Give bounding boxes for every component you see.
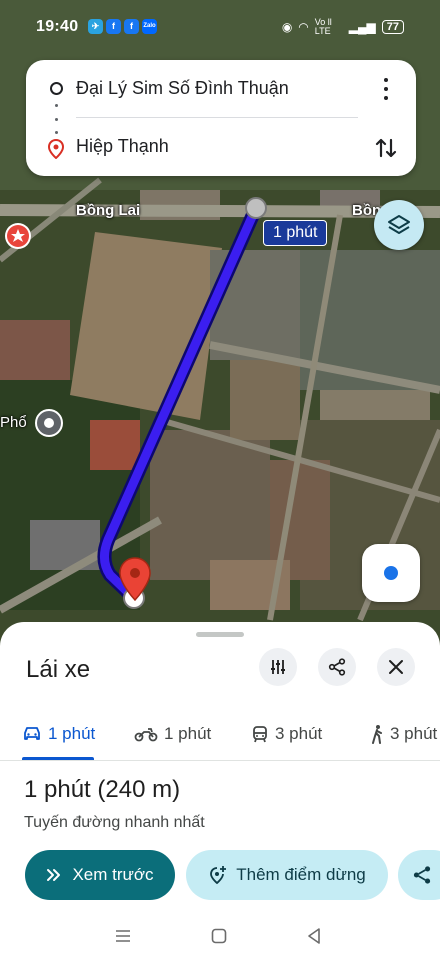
travel-mode-tabs: 1 phút 1 phút 3 phút 3 phút <box>0 708 440 760</box>
tab-walking-label: 3 phút <box>390 724 438 743</box>
double-chevron-icon <box>47 869 61 881</box>
share-icon <box>328 658 346 676</box>
preview-button[interactable]: Xem trước <box>25 850 175 900</box>
route-subtitle: Tuyến đường nhanh nhất <box>24 814 205 831</box>
add-location-icon <box>210 866 227 885</box>
menu-nav-icon[interactable] <box>113 926 133 946</box>
destination-marker-icon <box>48 139 64 159</box>
facebook-icon: f <box>106 19 121 34</box>
battery-indicator: 77 <box>381 20 404 34</box>
location-dot-icon <box>384 566 398 580</box>
drag-handle[interactable] <box>196 632 244 637</box>
motorbike-icon <box>134 728 158 742</box>
route-eta-chip[interactable]: 1 phút <box>263 220 328 246</box>
layers-icon <box>388 215 410 234</box>
my-location-button[interactable] <box>362 544 420 602</box>
tab-motorbike-label: 1 phút <box>164 724 212 743</box>
tab-driving-label: 1 phút <box>48 724 96 743</box>
location-status-icon: ◉ <box>281 20 293 34</box>
place-label: Phổ <box>0 414 27 431</box>
network-label: Vo ll LTE <box>314 17 332 36</box>
signal-icon: ▂▄▆ <box>348 20 376 34</box>
tab-walking[interactable]: 3 phút <box>370 708 437 760</box>
destination-pin-icon[interactable] <box>118 556 152 602</box>
zalo-icon: Zalo <box>142 19 157 34</box>
more-options-button[interactable] <box>378 78 394 100</box>
action-row: Xem trước Thêm điểm dừng <box>0 850 440 900</box>
walk-icon <box>372 725 382 744</box>
preview-button-label: Xem trước <box>72 865 154 884</box>
close-icon <box>389 660 403 674</box>
notification-icons: ✈ f f Zalo <box>88 19 157 34</box>
back-nav-icon[interactable] <box>304 926 324 946</box>
add-stop-button[interactable]: Thêm điểm dừng <box>186 850 388 900</box>
facebook-icon: f <box>124 19 139 34</box>
wifi-icon: ◠ <box>298 20 309 34</box>
route-card: Đại Lý Sim Số Đình Thuận Hiệp Thạnh <box>26 60 416 176</box>
home-nav-icon[interactable] <box>209 926 229 946</box>
swap-icon[interactable] <box>372 134 400 162</box>
add-stop-button-label: Thêm điểm dừng <box>236 865 366 884</box>
car-icon <box>24 727 40 740</box>
route-options-button[interactable] <box>259 648 297 686</box>
tab-transit[interactable]: 3 phút <box>251 708 322 760</box>
route-dots-icon <box>55 104 58 134</box>
tab-driving[interactable]: 1 phút <box>22 708 95 760</box>
close-button[interactable] <box>377 648 415 686</box>
tab-motorbike[interactable]: 1 phút <box>134 708 211 760</box>
share-icon <box>413 866 431 884</box>
status-indicators: ◉ ◠ Vo ll LTE ▂▄▆ 77 <box>282 18 404 36</box>
share-button[interactable] <box>318 648 356 686</box>
road-label-left: Bồng Lai <box>76 202 141 219</box>
origin-circle-icon <box>50 82 63 95</box>
share-route-button[interactable] <box>398 850 440 900</box>
card-divider <box>76 117 358 118</box>
system-nav-bar <box>0 922 440 960</box>
tabs-divider <box>0 760 440 761</box>
mode-title: Lái xe <box>26 656 91 683</box>
layers-button[interactable] <box>374 200 424 250</box>
status-time: 19:40 <box>36 18 79 35</box>
route-summary: 1 phút (240 m) <box>24 776 181 803</box>
transit-icon <box>253 726 267 743</box>
tune-icon <box>271 660 285 674</box>
destination-field[interactable]: Hiệp Thạnh <box>76 136 169 157</box>
directions-sheet: Lái xe 1 phút 1 phút 3 phút 3 phút 1 phú… <box>0 622 440 960</box>
origin-field[interactable]: Đại Lý Sim Số Đình Thuận <box>76 78 289 99</box>
poi-pin-icon[interactable] <box>34 408 64 442</box>
status-bar: 19:40 ✈ f f Zalo ◉ ◠ Vo ll LTE ▂▄▆ 77 <box>0 0 440 52</box>
telegram-icon: ✈ <box>88 19 103 34</box>
poi-star-icon[interactable] <box>4 222 32 250</box>
tab-transit-label: 3 phút <box>275 724 323 743</box>
